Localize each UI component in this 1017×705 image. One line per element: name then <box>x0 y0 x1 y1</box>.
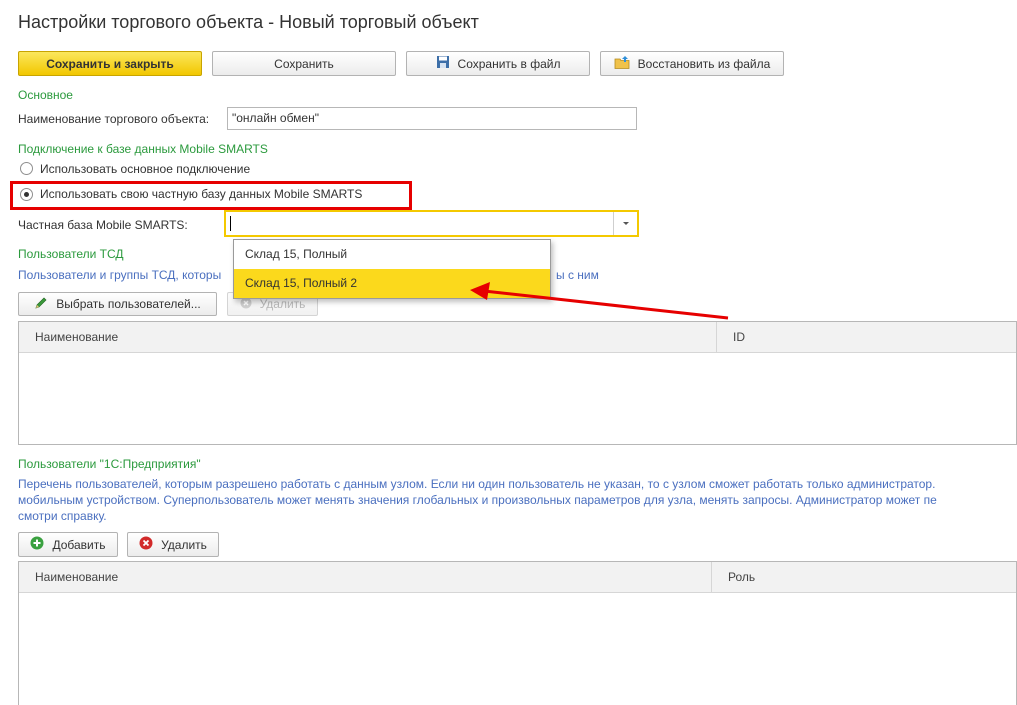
delete-icon <box>139 536 153 553</box>
select-users-label: Выбрать пользователей... <box>56 297 201 311</box>
section-connection-title: Подключение к базе данных Mobile SMARTS <box>18 142 268 156</box>
delete-user-button[interactable]: Удалить <box>127 532 219 557</box>
enterprise-users-table[interactable]: Наименование Роль <box>18 561 1017 705</box>
add-user-button[interactable]: Добавить <box>18 532 118 557</box>
pencil-icon <box>34 296 48 313</box>
save-button[interactable]: Сохранить <box>212 51 396 76</box>
save-to-file-button[interactable]: Сохранить в файл <box>406 51 590 76</box>
enterprise-users-hint-line: Перечень пользователей, которым разрешен… <box>18 477 936 491</box>
enterprise-users-hint-line: смотри справку. <box>18 509 107 523</box>
column-header-name[interactable]: Наименование <box>19 562 711 593</box>
restore-from-file-label: Восстановить из файла <box>637 56 771 71</box>
restore-from-file-button[interactable]: Восстановить из файла <box>600 51 784 76</box>
radio-private-database[interactable] <box>20 188 33 201</box>
enterprise-users-table-header: Наименование Роль <box>19 562 1016 593</box>
private-db-combobox[interactable] <box>224 210 639 237</box>
dropdown-arrow-icon[interactable] <box>613 212 637 235</box>
save-label: Сохранить <box>274 56 334 71</box>
section-main-title: Основное <box>18 88 73 102</box>
radio-main-connection-label: Использовать основное подключение <box>40 162 251 176</box>
column-header-role[interactable]: Роль <box>711 562 1016 593</box>
tsd-users-table[interactable]: Наименование ID <box>18 321 1017 445</box>
folder-upload-icon <box>614 55 630 72</box>
tsd-delete-label: Удалить <box>259 297 306 311</box>
section-tsd-users-title: Пользователи ТСД <box>18 247 124 261</box>
enterprise-users-hint-line: мобильным устройством. Суперпользователь… <box>18 493 937 507</box>
radio-main-connection[interactable] <box>20 162 33 175</box>
column-header-id[interactable]: ID <box>716 322 1016 353</box>
radio-private-database-label: Использовать свою частную базу данных Mo… <box>40 187 363 201</box>
dropdown-option[interactable]: Склад 15, Полный <box>234 240 550 269</box>
column-header-name[interactable]: Наименование <box>19 322 716 353</box>
name-input[interactable]: "онлайн обмен" <box>227 107 637 130</box>
add-user-label: Добавить <box>52 537 106 552</box>
private-db-label: Частная база Mobile SMARTS: <box>18 218 188 232</box>
tsd-users-table-header: Наименование ID <box>19 322 1016 353</box>
tsd-users-hint-left: Пользователи и группы ТСД, которы <box>18 268 222 282</box>
name-label: Наименование торгового объекта: <box>18 112 210 126</box>
floppy-disk-icon <box>436 55 450 72</box>
text-caret <box>230 216 231 231</box>
section-enterprise-users-title: Пользователи "1С:Предприятия" <box>18 457 201 471</box>
save-and-close-button[interactable]: Сохранить и закрыть <box>18 51 202 76</box>
delete-user-label: Удалить <box>161 537 207 552</box>
save-to-file-label: Сохранить в файл <box>457 56 561 71</box>
add-icon <box>30 536 44 553</box>
save-and-close-label: Сохранить и закрыть <box>46 56 174 71</box>
annotation-arrow-icon <box>470 282 729 320</box>
page-title: Настройки торгового объекта - Новый торг… <box>18 12 479 32</box>
select-users-button[interactable]: Выбрать пользователей... <box>18 292 217 316</box>
